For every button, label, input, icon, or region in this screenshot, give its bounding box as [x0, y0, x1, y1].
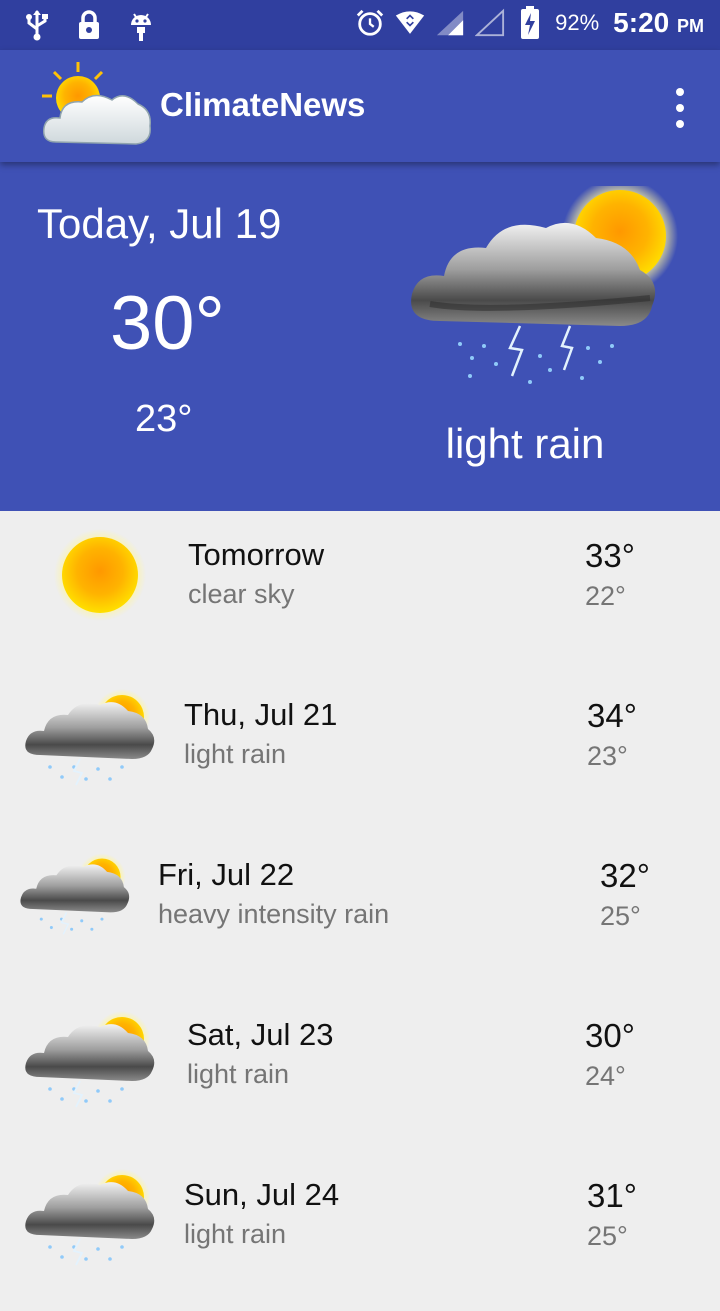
forecast-row[interactable]: Sat, Jul 23 light rain 30° 24°	[0, 991, 720, 1151]
signal-strength-icon	[435, 6, 465, 40]
forecast-description: heavy intensity rain	[158, 899, 390, 929]
android-debug-icon	[126, 8, 156, 42]
status-bar: 92% 5:20 PM	[0, 0, 720, 50]
forecast-day: Tomorrow	[188, 537, 325, 572]
today-low-temp: 23°	[135, 398, 193, 440]
more-dot-icon	[676, 88, 684, 96]
forecast-day: Sun, Jul 24	[184, 1177, 340, 1212]
app-title: ClimateNews	[160, 86, 366, 123]
forecast-row[interactable]: Tomorrow clear sky 33° 22°	[0, 511, 720, 671]
forecast-high-temp: 34°	[587, 697, 637, 734]
forecast-description: clear sky	[188, 579, 295, 609]
forecast-high-temp: 30°	[585, 1017, 635, 1054]
battery-percentage: 92%	[555, 10, 600, 35]
today-high-temp: 30°	[110, 281, 225, 366]
forecast-day: Thu, Jul 21	[184, 697, 338, 732]
lock-icon	[74, 8, 104, 42]
storm-sun-icon	[25, 1011, 155, 1108]
forecast-high-temp: 31°	[587, 1177, 637, 1214]
forecast-day: Fri, Jul 22	[158, 857, 295, 892]
forecast-low-temp: 24°	[585, 1061, 626, 1091]
more-dot-icon	[676, 120, 684, 128]
forecast-high-temp: 33°	[585, 537, 635, 574]
storm-sun-icon	[25, 1169, 155, 1266]
alarm-icon	[355, 6, 385, 40]
forecast-low-temp: 23°	[587, 741, 628, 771]
today-date: Today, Jul 19	[37, 200, 282, 247]
more-dot-icon	[676, 104, 684, 112]
forecast-row[interactable]: Sun, Jul 24 light rain 31° 25°	[0, 1151, 720, 1311]
app-bar: ClimateNews	[0, 50, 720, 162]
today-panel[interactable]: Today, Jul 19 30° 23° light rain	[0, 162, 720, 511]
overflow-menu-button[interactable]	[670, 88, 690, 128]
storm-sun-icon	[25, 689, 155, 786]
forecast-row[interactable]: Thu, Jul 21 light rain 34° 23°	[0, 671, 720, 831]
forecast-low-temp: 25°	[587, 1221, 628, 1251]
today-description: light rain	[445, 420, 605, 467]
storm-sun-icon	[411, 186, 678, 384]
signal-empty-icon	[475, 6, 505, 40]
forecast-description: light rain	[184, 739, 287, 769]
clock-time: 5:20	[613, 7, 670, 38]
storm-sun-icon	[20, 853, 130, 935]
sun-icon	[54, 529, 146, 621]
clock: 5:20 PM	[613, 7, 704, 39]
clock-ampm: PM	[677, 16, 704, 36]
forecast-low-temp: 25°	[600, 901, 641, 931]
forecast-day: Sat, Jul 23	[187, 1017, 334, 1052]
wifi-icon	[395, 6, 425, 40]
battery-charging-icon	[515, 6, 545, 40]
forecast-low-temp: 22°	[585, 581, 626, 611]
forecast-list: Tomorrow clear sky 33° 22° Thu, Jul 21 l…	[0, 511, 720, 1311]
usb-icon	[22, 8, 52, 42]
forecast-row[interactable]: Fri, Jul 22 heavy intensity rain 32° 25°	[0, 831, 720, 991]
forecast-description: light rain	[187, 1059, 290, 1089]
app-logo-icon	[42, 62, 151, 145]
forecast-high-temp: 32°	[600, 857, 650, 894]
forecast-description: light rain	[184, 1219, 287, 1249]
